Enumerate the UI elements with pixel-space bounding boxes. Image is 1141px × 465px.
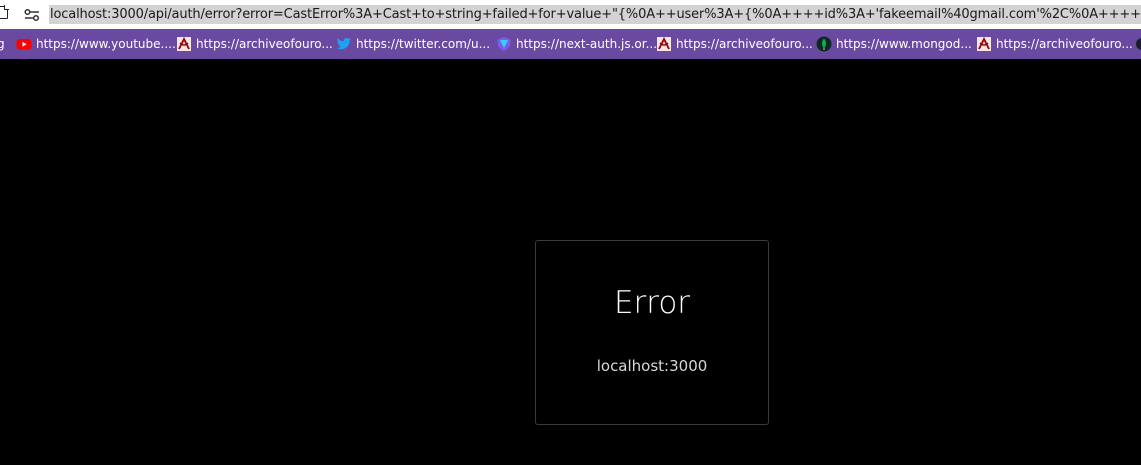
bookmark-ao3[interactable]: https://archiveofouro... bbox=[656, 29, 813, 59]
mongodb-icon bbox=[816, 36, 832, 52]
bookmark-label: https://www.youtube.... bbox=[36, 37, 176, 51]
bookmarks-bar: g https://www.youtube.... https://archiv… bbox=[0, 29, 1141, 59]
bookmark-label: https://archiveofouro... bbox=[676, 37, 813, 51]
bookmark-twitter[interactable]: https://twitter.com/u... bbox=[336, 29, 490, 59]
address-bar: localhost:3000/api/auth/error?error=Cast… bbox=[0, 0, 1141, 29]
bookmark-label: https://twitter.com/u... bbox=[356, 37, 491, 51]
next-auth-icon bbox=[496, 36, 512, 52]
bookmark-label: https://archiveofouro... bbox=[996, 37, 1133, 51]
bookmark-ao3[interactable]: https://archiveofouro... bbox=[976, 29, 1133, 59]
page-icon bbox=[0, 5, 9, 19]
bookmark-overflow[interactable] bbox=[1134, 29, 1141, 59]
bookmark-item[interactable]: g bbox=[0, 29, 5, 59]
error-card: Error localhost:3000 bbox=[535, 240, 769, 425]
error-title: Error bbox=[613, 285, 691, 321]
bookmark-ao3[interactable]: https://archiveofouro... bbox=[176, 29, 333, 59]
bookmark-label: https://archiveofouro... bbox=[196, 37, 333, 51]
bookmark-label: https://www.mongod... bbox=[836, 37, 972, 51]
site-info-icon[interactable] bbox=[24, 7, 40, 22]
url-input[interactable]: localhost:3000/api/auth/error?error=Cast… bbox=[49, 5, 1141, 24]
bookmark-label: https://next-auth.js.or... bbox=[516, 37, 658, 51]
ao3-icon bbox=[176, 36, 192, 52]
error-host: localhost:3000 bbox=[596, 357, 708, 375]
page-content: Error localhost:3000 bbox=[0, 59, 1141, 465]
bookmark-label: g bbox=[0, 37, 5, 51]
globe-icon bbox=[1134, 36, 1141, 52]
twitter-icon bbox=[336, 36, 352, 52]
bookmark-next-auth[interactable]: https://next-auth.js.or... bbox=[496, 29, 657, 59]
youtube-icon bbox=[16, 36, 32, 52]
ao3-icon bbox=[656, 36, 672, 52]
bookmark-mongodb[interactable]: https://www.mongod... bbox=[816, 29, 972, 59]
ao3-icon bbox=[976, 36, 992, 52]
bookmark-youtube[interactable]: https://www.youtube.... bbox=[16, 29, 176, 59]
